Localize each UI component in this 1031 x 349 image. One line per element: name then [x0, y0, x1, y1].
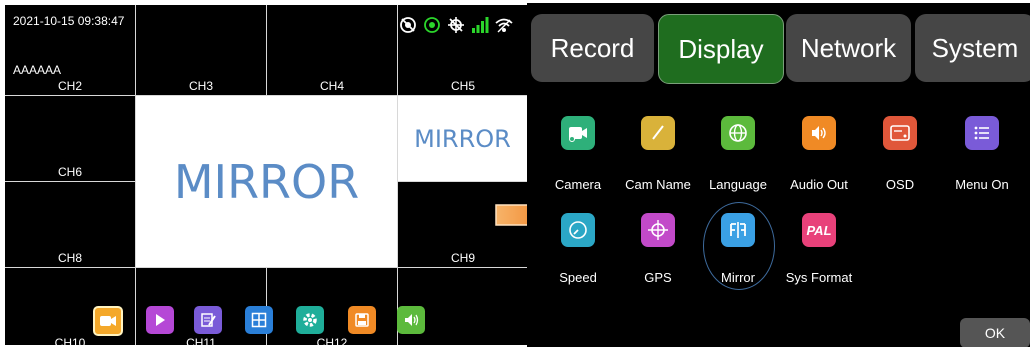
- volume-icon[interactable]: [397, 306, 425, 334]
- tab-display[interactable]: Display: [658, 14, 784, 84]
- menu-item-mirror[interactable]: Mirror: [693, 270, 783, 285]
- tab-network[interactable]: Network: [786, 14, 911, 82]
- channel-label: CH8: [57, 251, 82, 265]
- pal-icon[interactable]: PAL: [802, 213, 836, 247]
- signal-icon: [472, 17, 489, 33]
- mirror-icon[interactable]: [721, 213, 755, 247]
- layout-icon[interactable]: [245, 306, 273, 334]
- channel-label: CH5: [450, 79, 475, 93]
- menu-item-language[interactable]: Language: [693, 177, 783, 192]
- menu-item-osd[interactable]: OSD: [855, 177, 945, 192]
- channel-label: CH11: [186, 336, 216, 345]
- channel-label: CH4: [319, 79, 344, 93]
- osd-icon[interactable]: [883, 116, 917, 150]
- mirror-preview-small: MIRROR: [398, 96, 527, 181]
- settings-screen: Record Display Network System Camera Cam…: [527, 3, 1030, 347]
- no-record-icon: [400, 17, 416, 33]
- camera-icon[interactable]: [561, 116, 595, 150]
- menu-item-camera[interactable]: Camera: [533, 177, 623, 192]
- channel-label: CH9: [450, 251, 475, 265]
- channel-label: CH2: [57, 79, 82, 93]
- osd-overlay-text: AAAAAA: [13, 63, 62, 77]
- wifi-icon: [495, 18, 513, 33]
- pencil-icon[interactable]: [641, 116, 675, 150]
- settings-icon[interactable]: [296, 306, 324, 334]
- dvr-live-view: 2021-10-15 09:38:47 AAAAAA CH2 CH3 CH4 C…: [5, 5, 527, 345]
- record-icon: [424, 17, 440, 33]
- gps-off-icon: [448, 17, 464, 33]
- timestamp: 2021-10-15 09:38:47: [13, 14, 125, 28]
- menu-item-cam-name[interactable]: Cam Name: [613, 177, 703, 192]
- menu-item-speed[interactable]: Speed: [533, 270, 623, 285]
- channel-label: CH6: [57, 165, 82, 179]
- ok-button[interactable]: OK: [960, 318, 1030, 347]
- tab-system[interactable]: System: [915, 14, 1030, 82]
- menu-item-sys-format[interactable]: Sys Format: [774, 270, 864, 285]
- camera-icon[interactable]: [93, 306, 123, 336]
- channel-label: CH3: [188, 79, 213, 93]
- globe-icon[interactable]: [721, 116, 755, 150]
- channel-label: CH12: [316, 336, 348, 345]
- save-icon[interactable]: [348, 306, 376, 334]
- mirror-preview-large: MIRROR: [136, 96, 397, 267]
- speedometer-icon[interactable]: [561, 213, 595, 247]
- menu-item-audio-out[interactable]: Audio Out: [774, 177, 864, 192]
- channel-label: CH10: [54, 336, 86, 345]
- crosshair-icon[interactable]: [641, 213, 675, 247]
- tab-record[interactable]: Record: [531, 14, 654, 82]
- play-icon[interactable]: [146, 306, 174, 334]
- menu-item-gps[interactable]: GPS: [613, 270, 703, 285]
- edit-icon[interactable]: [194, 306, 222, 334]
- menu-item-menu-on[interactable]: Menu On: [937, 177, 1027, 192]
- speaker-icon[interactable]: [802, 116, 836, 150]
- menu-icon[interactable]: [965, 116, 999, 150]
